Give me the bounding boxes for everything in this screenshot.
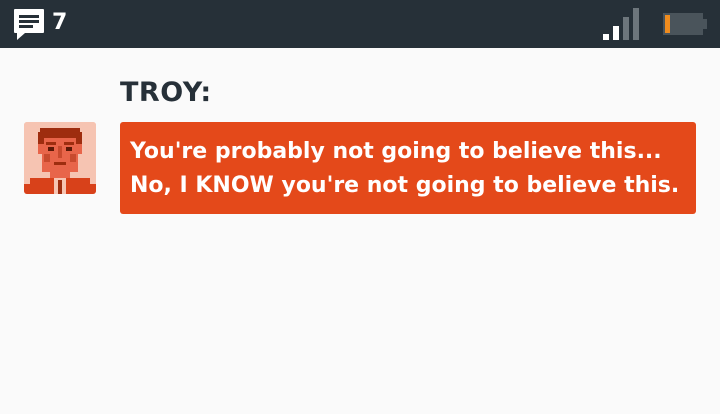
dialogue-line: You're probably not going to believe thi… [130, 139, 662, 164]
dialogue-bubble[interactable]: You're probably not going to believe thi… [120, 122, 696, 214]
chat-bubble-icon[interactable] [12, 7, 46, 41]
speaker-name: TROY: [120, 77, 212, 108]
troy-portrait [24, 122, 96, 194]
dialogue-line: No, I KNOW you're not going to believe t… [130, 173, 680, 198]
troy-avatar [24, 122, 96, 194]
status-bar: 7 [0, 0, 720, 48]
message-count: 7 [52, 10, 68, 35]
signal-strength-icon [603, 8, 639, 40]
battery-low-icon [663, 13, 707, 35]
